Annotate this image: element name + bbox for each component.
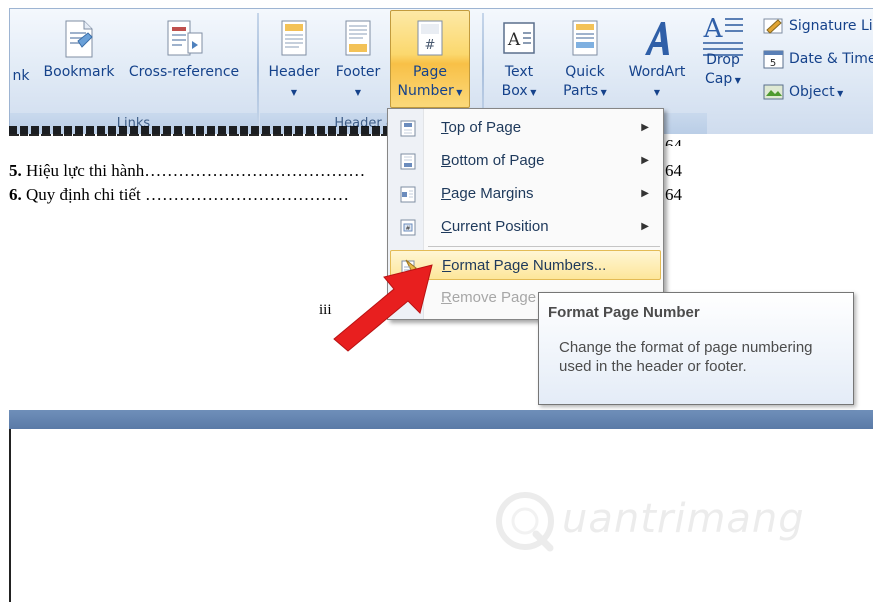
tooltip-body: Change the format of page numbering used… <box>559 339 813 375</box>
red-pointer-arrow-icon <box>333 264 433 352</box>
header-button[interactable]: Header ▼ <box>264 19 324 102</box>
text-box-label-line2: Box <box>501 83 528 99</box>
footer-icon <box>345 20 371 56</box>
quick-parts-label-line1: Quick <box>565 64 605 80</box>
document-left-border <box>9 429 11 602</box>
menu-item-label: Format Page Numbers... <box>442 257 607 274</box>
menu-item-label: Bottom of Page <box>441 152 545 169</box>
svg-text:5: 5 <box>770 58 776 69</box>
cross-reference-button[interactable]: Cross-reference <box>122 19 246 82</box>
menu-item-bottom-of-page[interactable]: Bottom of Page ▶ <box>390 146 661 176</box>
menu-separator <box>428 246 660 247</box>
text-box-button[interactable]: A Text Box ▼ <box>491 19 547 102</box>
page-number-button[interactable]: # Page Number ▼ <box>390 10 470 108</box>
submenu-arrow-icon: ▶ <box>641 155 649 166</box>
text-box-dropdown-icon: ▼ <box>527 88 537 97</box>
bookmark-label: Bookmark <box>43 64 115 80</box>
page-number-dropdown-icon: ▼ <box>453 88 463 97</box>
hyperlink-label: nk <box>12 68 30 84</box>
signature-line-button[interactable]: Signature Li <box>763 11 873 41</box>
page-margins-icon <box>400 186 416 203</box>
current-position-icon: # <box>400 219 416 236</box>
menu-item-label: Remove Page <box>441 289 537 306</box>
footer-dropdown-icon: ▼ <box>354 88 362 97</box>
svg-text:A: A <box>703 14 724 44</box>
header-icon <box>281 20 307 56</box>
toc-row-page: 64 <box>665 185 682 204</box>
page-number-label-line1: Page <box>413 64 447 80</box>
svg-text:A: A <box>507 30 521 50</box>
menu-item-top-of-page[interactable]: Top of Page ▶ <box>390 113 661 143</box>
drop-cap-dropdown-icon: ▼ <box>732 76 741 85</box>
date-time-label: Date & Time <box>789 51 873 67</box>
object-dropdown-icon: ▼ <box>834 89 844 98</box>
tooltip-title: Format Page Number <box>548 304 700 321</box>
bottom-of-page-icon <box>400 153 416 170</box>
submenu-arrow-icon: ▶ <box>641 122 649 133</box>
date-time-button[interactable]: 5 Date & Time <box>763 44 873 74</box>
object-icon <box>763 84 784 100</box>
toc-row: 6. Quy định chi tiết ……………………………… <box>9 185 349 205</box>
watermark-logo-icon <box>496 492 554 552</box>
header-label: Header <box>268 64 320 80</box>
toc-row-page: 64 <box>665 161 682 180</box>
toc-row: 5. Hiệu lực thi hành………………………………… <box>9 161 365 181</box>
watermark: uantrimang <box>490 486 830 556</box>
menu-item-label: Page Margins <box>441 185 534 202</box>
cross-reference-label: Cross-reference <box>128 64 240 80</box>
toc-row-text: Hiệu lực thi hành <box>26 161 145 180</box>
svg-text:#: # <box>425 38 436 53</box>
toc-row-page-partial: 64 <box>665 136 682 146</box>
menu-item-label: Top of Page <box>441 119 522 136</box>
cut-off-heading <box>9 126 387 136</box>
header-dropdown-icon: ▼ <box>290 88 298 97</box>
quick-parts-dropdown-icon: ▼ <box>598 88 607 97</box>
page-number-label-line2: Number <box>397 83 454 99</box>
top-of-page-icon <box>400 120 416 137</box>
bookmark-icon <box>65 20 93 58</box>
group-separator <box>257 13 259 129</box>
text-box-label-line1: Text <box>504 64 534 80</box>
quick-parts-label-line2: Parts <box>563 83 599 99</box>
quick-parts-button[interactable]: Quick Parts ▼ <box>555 19 615 102</box>
watermark-text: uantrimang <box>562 496 805 542</box>
object-label: Object <box>789 84 835 100</box>
drop-cap-button[interactable]: A Drop Cap ▼ <box>695 11 751 90</box>
signature-line-icon <box>763 18 783 34</box>
footer-button[interactable]: Footer ▼ <box>328 19 388 102</box>
hyperlink-button[interactable]: nk <box>10 67 34 86</box>
signature-line-label: Signature Li <box>789 18 873 34</box>
svg-text:#: # <box>405 225 410 232</box>
toc-row-number: 6. <box>9 185 22 204</box>
toc-leader-dots: ……………………………… <box>140 185 349 204</box>
page-number-icon: # <box>417 20 443 56</box>
drop-cap-label-line2: Cap <box>705 71 733 87</box>
text-box-icon: A <box>503 22 535 54</box>
footer-label: Footer <box>335 64 381 80</box>
toc-leader-dots: ………………………………… <box>144 161 366 180</box>
bookmark-button[interactable]: Bookmark <box>34 19 124 82</box>
wordart-label: WordArt <box>628 64 686 80</box>
menu-item-label: Current Position <box>441 218 549 235</box>
page-separator <box>9 410 873 429</box>
toc-row-text: Quy định chi tiết <box>26 185 141 204</box>
wordart-button[interactable]: WordArt ▼ <box>621 19 693 102</box>
menu-item-page-margins[interactable]: Page Margins ▶ <box>390 179 661 209</box>
wordart-icon <box>645 22 669 55</box>
toc-row-number: 5. <box>9 161 22 180</box>
submenu-arrow-icon: ▶ <box>641 188 649 199</box>
tooltip: Format Page Number Change the format of … <box>538 292 854 405</box>
submenu-arrow-icon: ▶ <box>641 221 649 232</box>
drop-cap-label-line1: Drop <box>706 52 740 68</box>
quick-parts-icon <box>572 20 598 56</box>
date-time-icon: 5 <box>763 50 784 69</box>
links-group: nk Bookmark Cross-reference Links <box>10 9 257 134</box>
menu-item-current-position[interactable]: # Current Position ▶ <box>390 212 661 242</box>
cross-reference-icon <box>167 20 203 56</box>
wordart-dropdown-icon: ▼ <box>653 88 661 97</box>
object-button[interactable]: Object ▼ <box>763 77 843 107</box>
